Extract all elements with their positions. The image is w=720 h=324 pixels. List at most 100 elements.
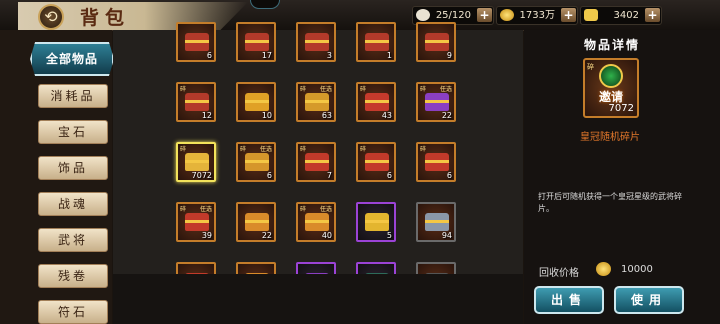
item-slot[interactable]: 9 [416,22,456,62]
chest-icon [185,213,209,231]
item-count: 7072 [191,171,212,180]
back-button[interactable]: ⟲ [38,4,64,30]
item-count: 22 [261,231,272,240]
fragment-tag: 碎 [420,86,427,93]
detail-description: 打开后可随机获得一个皇冠星级的武将碎片。 [538,192,682,213]
item-slot[interactable]: 碎 7072 [176,142,216,182]
item-slot[interactable]: 22 [236,202,276,242]
chest-icon [245,153,269,171]
chest-icon [245,33,269,51]
chest-icon [425,213,449,231]
fragment-tag: 碎 [300,146,307,153]
item-slot[interactable]: 碎6 [416,142,456,182]
chest-icon [365,93,389,111]
item-count: 43 [381,111,392,120]
item-slot[interactable]: 3 [296,22,336,62]
item-slot[interactable]: 5 [356,202,396,242]
choice-tag: 任选 [199,206,212,213]
add-silver-button[interactable]: + [561,8,576,22]
choice-tag: 任选 [319,86,332,93]
grid-footer [113,274,523,324]
chest-icon [425,93,449,111]
item-count: 1 [386,51,392,60]
item-slot[interactable]: 碎 任选 22 [416,82,456,122]
chest-band [305,100,329,103]
item-slot[interactable]: 碎 任选 39 [176,202,216,242]
chest-icon [305,93,329,111]
page-title: 背包 [80,7,131,29]
fragment-tag: 碎 [300,206,307,213]
bag-icon [416,9,430,21]
silver-counter: 1733万 + [496,6,578,25]
item-slot[interactable]: 碎 43 [356,82,396,122]
chest-icon [365,153,389,171]
price-value: 10000 [621,264,653,275]
use-button[interactable]: 使用 [614,286,684,314]
item-slot[interactable]: 碎 任选 6 [236,142,276,182]
fragment-tag: 碎 [420,146,427,153]
item-count: 63 [321,111,332,120]
item-slot[interactable]: 碎 任选 63 [296,82,336,122]
silver-value: 1733万 [519,10,555,21]
chest-band [245,100,269,103]
item-count: 94 [441,231,452,240]
item-count: 6 [446,171,452,180]
chest-icon [185,153,209,171]
chest-icon [185,93,209,111]
chest-band [425,100,449,103]
chest-band [305,220,329,223]
tab-6[interactable]: 残卷 [38,264,108,288]
add-gold-button[interactable]: + [645,8,660,22]
chest-icon [305,153,329,171]
silver-coin-icon [500,9,514,21]
chest-band [245,220,269,223]
chest-band [365,220,389,223]
gold-ingot-icon [584,9,598,21]
chest-band [425,40,449,43]
fragment-tag: 碎 [180,146,187,153]
detail-item-name: 皇冠随机碎片 [580,132,640,143]
item-slot[interactable]: 碎6 [356,142,396,182]
chest-icon [305,213,329,231]
item-count: 17 [261,51,272,60]
fragment-tag: 碎 [180,86,187,93]
sell-button[interactable]: 出售 [534,286,604,314]
choice-tag: 任选 [259,146,272,153]
green-coin-icon [599,64,623,88]
fragment-tag: 碎 [587,63,594,71]
item-slot[interactable]: 6 [176,22,216,62]
tab-2[interactable]: 宝石 [38,120,108,144]
chest-band [185,100,209,103]
chest-band [305,40,329,43]
fragment-tag: 碎 [360,86,367,93]
chest-icon [365,33,389,51]
fragment-tag: 碎 [180,206,187,213]
item-slot[interactable]: 1 [356,22,396,62]
item-slot[interactable]: 碎7 [296,142,336,182]
item-count: 6 [266,171,272,180]
tab-3[interactable]: 饰品 [38,156,108,180]
tab-5[interactable]: 武将 [38,228,108,252]
expand-bag-button[interactable]: + [477,8,492,22]
tab-0[interactable]: 全部物品 [30,42,114,76]
choice-tag: 任选 [319,206,332,213]
chest-band [245,160,269,163]
fragment-tag: 碎 [360,146,367,153]
item-slot[interactable]: 碎 任选 40 [296,202,336,242]
price-label: 回收价格 [539,268,579,279]
item-slot[interactable]: 94 [416,202,456,242]
tab-1[interactable]: 消耗品 [38,84,108,108]
item-slot[interactable]: 17 [236,22,276,62]
item-count: 12 [201,111,212,120]
item-count: 3 [326,51,332,60]
tab-4[interactable]: 战魂 [38,192,108,216]
choice-tag: 任选 [439,86,452,93]
tab-7[interactable]: 符石 [38,300,108,324]
chest-band [365,40,389,43]
item-slot[interactable]: 10 [236,82,276,122]
item-count: 22 [441,111,452,120]
item-slot[interactable]: 碎 12 [176,82,216,122]
chest-band [245,40,269,43]
chest-icon [305,33,329,51]
gold-value: 3402 [613,10,639,21]
